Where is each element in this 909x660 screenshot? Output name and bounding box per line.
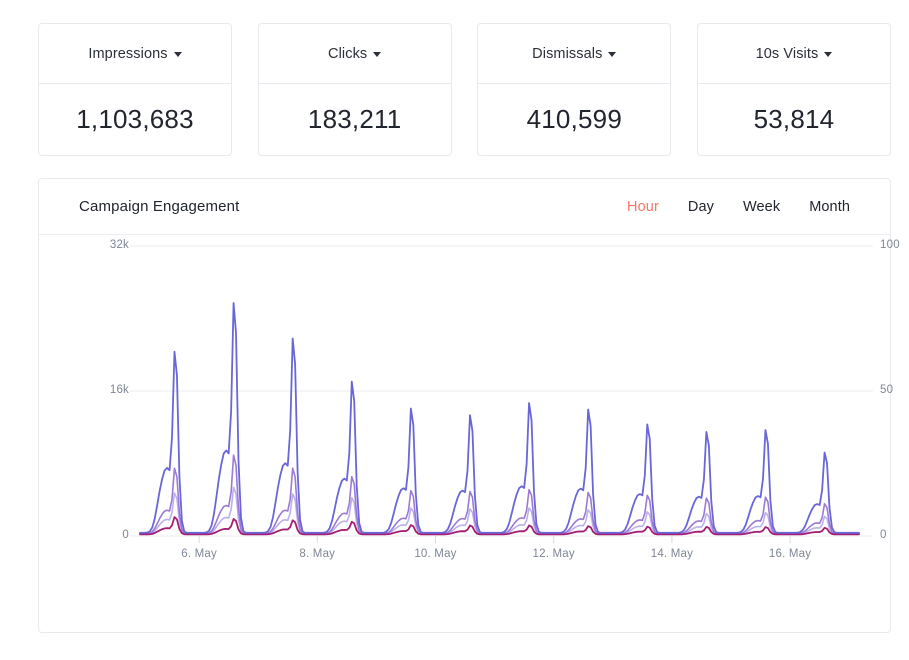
chevron-down-icon[interactable] [608,52,617,57]
y-axis-left-tick-0: 0 [122,529,129,541]
y-axis-left-tick-1: 16k [109,384,129,396]
chart-plot-area: 0 16k 32k 0 50 100 6. May 8. May 10. May 12. May 1… [39,235,900,633]
kpi-card-dismissals[interactable]: Dismissals 410,599 [477,23,672,156]
kpi-card-impressions[interactable]: Impressions 1,103,683 [38,23,232,156]
kpi-header-10s-visits[interactable]: 10s Visits [697,24,890,84]
x-axis-tick-3: 12. May [532,548,575,560]
chart-granularity-tabs: Hour Day Week Month [627,199,850,215]
kpi-body-dismissals: 410,599 [478,84,670,155]
kpi-value: 53,814 [753,104,835,134]
chevron-down-icon[interactable] [173,52,182,57]
chart-title: Campaign Engagement [79,198,240,215]
x-axis-tick-0: 6. May [181,548,217,560]
y-axis-right-tick-1: 50 [880,384,894,396]
x-axis-tick-4: 14. May [650,548,694,560]
chevron-down-icon[interactable] [824,52,833,57]
kpi-card-row: Impressions 1,103,683 Clicks 183,211 Dis… [38,23,891,156]
kpi-body-10s-visits: 53,814 [698,84,890,155]
kpi-header-clicks[interactable]: Clicks [258,24,451,84]
y-axis-left-tick-2: 32k [109,239,129,251]
kpi-label: Dismissals [532,45,603,62]
kpi-card-10s-visits[interactable]: 10s Visits 53,814 [696,23,891,156]
series-line-impressions [139,302,860,534]
tab-day[interactable]: Day [688,199,714,215]
campaign-engagement-card: Campaign Engagement Hour Day Week Month … [38,178,900,633]
x-axis-tick-2: 10. May [414,548,457,560]
kpi-body-clicks: 183,211 [259,84,451,155]
dashboard-page: Impressions 1,103,683 Clicks 183,211 Dis… [0,0,909,660]
kpi-value: 1,103,683 [76,104,194,134]
tab-hour[interactable]: Hour [627,199,659,215]
kpi-value: 183,211 [307,104,402,134]
series-line-dismissals [139,454,860,535]
kpi-label: 10s Visits [755,45,819,62]
y-axis-right-tick-2: 100 [880,239,900,251]
chart-header: Campaign Engagement Hour Day Week Month [39,179,890,235]
y-axis-right-tick-0: 0 [880,529,887,541]
series-line-clicks [139,486,860,535]
kpi-header-dismissals[interactable]: Dismissals [478,24,671,84]
tab-month[interactable]: Month [809,199,850,215]
kpi-body-impressions: 1,103,683 [39,84,231,155]
chevron-down-icon[interactable] [373,52,382,57]
x-axis-tick-5: 16. May [768,548,812,560]
kpi-value: 410,599 [526,104,622,134]
x-axis-tick-1: 8. May [299,548,336,560]
kpi-label: Clicks [328,45,368,62]
tab-week[interactable]: Week [743,199,780,215]
engagement-line-chart[interactable] [39,235,890,633]
kpi-label: Impressions [88,45,168,62]
kpi-header-impressions[interactable]: Impressions [39,24,231,84]
kpi-card-clicks[interactable]: Clicks 183,211 [257,23,452,156]
